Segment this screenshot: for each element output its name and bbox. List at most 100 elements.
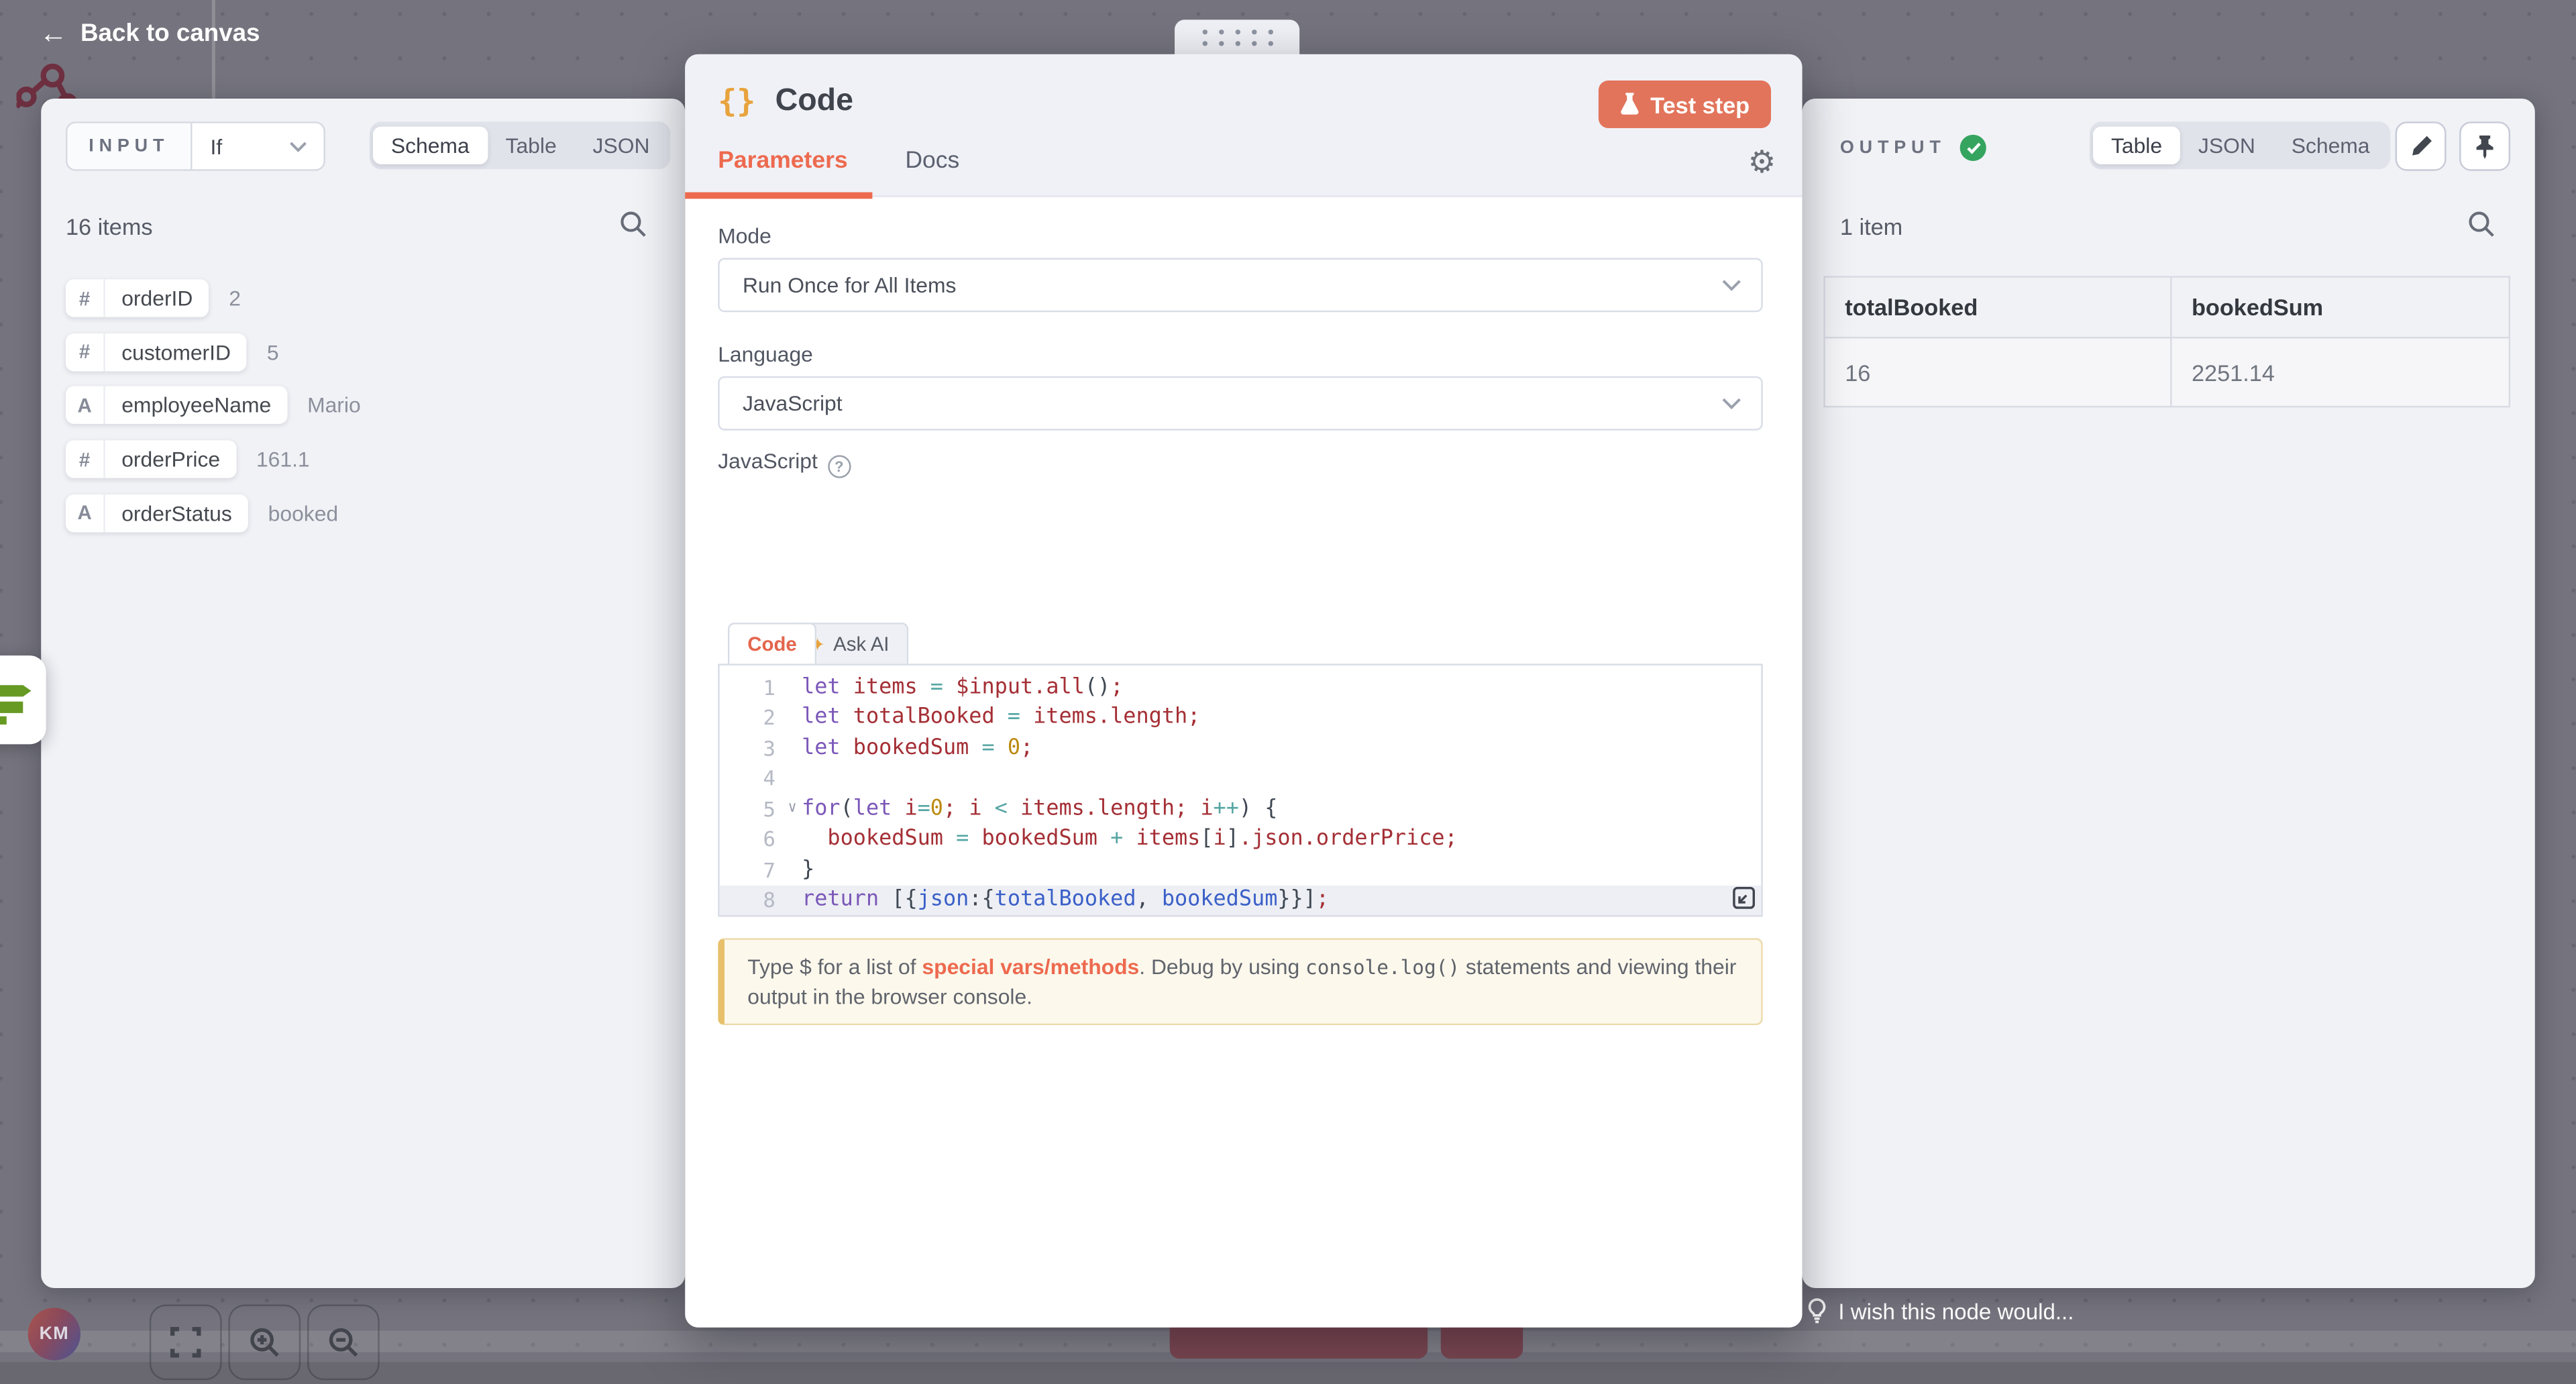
code-line[interactable]: 3let bookedSum = 0;	[720, 733, 1762, 763]
zoom-out-button	[307, 1304, 380, 1380]
editor-section-label: JavaScript?	[718, 449, 851, 478]
mode-value: Run Once for All Items	[743, 273, 957, 298]
schema-field-row: # orderPrice 161.1	[66, 441, 310, 478]
chevron-down-icon	[289, 140, 307, 152]
parameters-body: Mode Run Once for All Items Language Jav…	[685, 199, 1802, 1327]
field-value: 161.1	[256, 447, 310, 472]
output-search-icon[interactable]	[2467, 210, 2496, 238]
test-step-label: Test step	[1650, 91, 1750, 117]
input-items-count: 16 items	[66, 213, 153, 239]
input-source-value: If	[210, 134, 222, 159]
input-label: INPUT	[89, 136, 169, 156]
output-table: totalBooked bookedSum 16 2251.14	[1823, 276, 2510, 407]
editor-hint: Type $ for a list of special vars/method…	[718, 938, 1763, 1025]
schema-field-pill[interactable]: A orderStatus	[66, 494, 248, 532]
line-number: 3	[763, 736, 775, 761]
editor-tab-code[interactable]: Code	[728, 623, 816, 663]
code-lines: 1let items = $input.all();2let totalBook…	[720, 672, 1762, 915]
language-select[interactable]: JavaScript	[718, 376, 1763, 431]
back-to-canvas-button[interactable]: ← Back to canvas	[40, 19, 260, 48]
schema-field-pill[interactable]: # customerID	[66, 333, 248, 370]
column-header: bookedSum	[2172, 278, 2509, 337]
tab-schema[interactable]: Schema	[373, 127, 488, 164]
success-check-icon	[1961, 135, 1987, 161]
if-node-card[interactable]	[0, 655, 46, 744]
hint-text: . Debug by using	[1139, 955, 1305, 979]
tab-json[interactable]: JSON	[2180, 127, 2273, 164]
code-editor[interactable]: 1let items = $input.all();2let totalBook…	[718, 663, 1763, 916]
editor-label-text: JavaScript	[718, 449, 818, 474]
back-arrow-icon: ←	[40, 19, 68, 48]
code-line[interactable]: 1let items = $input.all();	[720, 672, 1762, 702]
zoom-to-fit-button	[150, 1304, 222, 1380]
chevron-down-icon	[1722, 396, 1741, 410]
code-node-icon: {}	[718, 84, 755, 120]
schema-field-pill[interactable]: A employeeName	[66, 386, 288, 424]
input-source-select[interactable]: If	[193, 123, 324, 170]
code-line[interactable]: 4	[720, 763, 1762, 794]
line-number: 5	[763, 796, 775, 821]
tab-parameters[interactable]: Parameters	[718, 148, 847, 174]
test-step-button[interactable]: Test step	[1598, 81, 1771, 128]
number-type-icon: #	[66, 441, 105, 478]
special-vars-link[interactable]: special vars/methods	[922, 955, 1139, 979]
zoom-out-icon	[326, 1325, 360, 1359]
code-line[interactable]: 7}	[720, 854, 1762, 884]
number-type-icon: #	[66, 333, 105, 370]
node-settings-gear-icon[interactable]: ⚙	[1748, 148, 1776, 179]
modal-drag-handle[interactable]	[1175, 19, 1299, 56]
ndv-screen: KM ← Back to canvas I wish this node wou…	[0, 0, 2576, 1384]
code-line[interactable]: 8return [{json:{totalBooked, bookedSum}}…	[720, 885, 1762, 915]
editor-tab-ask-ai-label: Ask AI	[833, 633, 889, 655]
tab-schema[interactable]: Schema	[2273, 127, 2388, 164]
code-line[interactable]: 5∨for(let i=0; i < items.length; i++) {	[720, 794, 1762, 824]
output-view-tabs: Table JSON Schema	[2090, 121, 2391, 169]
code-line[interactable]: 6 bookedSum = bookedSum + items[i].json.…	[720, 824, 1762, 854]
flask-icon	[1619, 92, 1639, 117]
line-number: 8	[763, 888, 775, 912]
active-tab-underline	[685, 193, 872, 199]
fit-screen-icon	[169, 1326, 202, 1359]
output-label: OUTPUT	[1840, 138, 1946, 158]
cell-totalBooked: 16	[1825, 338, 2172, 405]
tab-table[interactable]: Table	[488, 127, 575, 164]
output-table-row: 16 2251.14	[1825, 338, 2509, 405]
wish-node-label: I wish this node would...	[1838, 1299, 2074, 1324]
tab-docs[interactable]: Docs	[905, 148, 959, 174]
field-name: orderPrice	[105, 441, 237, 478]
tab-json[interactable]: JSON	[575, 127, 668, 164]
field-value: 2	[229, 286, 241, 311]
code-line[interactable]: 2let totalBooked = items.length;	[720, 702, 1762, 733]
editor-tab-code-label: Code	[747, 633, 796, 655]
hint-code: console.log()	[1305, 956, 1460, 979]
output-items-count: 1 item	[1840, 213, 1902, 239]
schema-field-pill[interactable]: # orderID	[66, 279, 209, 317]
line-number: 1	[763, 675, 775, 700]
expand-editor-icon[interactable]	[1731, 886, 1756, 910]
schema-field-pill[interactable]: # orderPrice	[66, 441, 237, 478]
lightbulb-icon	[1807, 1298, 1827, 1324]
number-type-icon: #	[66, 279, 105, 317]
edit-output-button[interactable]	[2396, 121, 2447, 170]
cell-bookedSum: 2251.14	[2172, 338, 2509, 405]
if-node-icon	[0, 676, 40, 725]
mode-select[interactable]: Run Once for All Items	[718, 258, 1763, 312]
fold-chevron-icon[interactable]: ∨	[788, 800, 796, 816]
canvas-bottom-strip	[0, 1362, 2576, 1384]
line-number: 7	[763, 857, 775, 882]
schema-field-row: A employeeName Mario	[66, 386, 361, 424]
wish-node-button[interactable]: I wish this node would...	[1807, 1298, 2074, 1324]
hint-text: Type $ for a list of	[747, 955, 922, 979]
mode-label: Mode	[718, 223, 771, 248]
input-source-combo: INPUT If	[66, 121, 325, 170]
tab-table[interactable]: Table	[2093, 127, 2180, 164]
column-header: totalBooked	[1825, 278, 2172, 337]
pin-data-button[interactable]	[2459, 121, 2510, 170]
field-name: orderID	[105, 279, 209, 317]
input-search-icon[interactable]	[619, 210, 647, 238]
pencil-icon	[2409, 135, 2432, 158]
help-icon[interactable]: ?	[828, 455, 851, 478]
code-node-modal: {} Code Test step Parameters Docs ⚙ Mode…	[685, 54, 1802, 1328]
field-value: 5	[267, 339, 279, 364]
zoom-in-button	[228, 1304, 301, 1380]
